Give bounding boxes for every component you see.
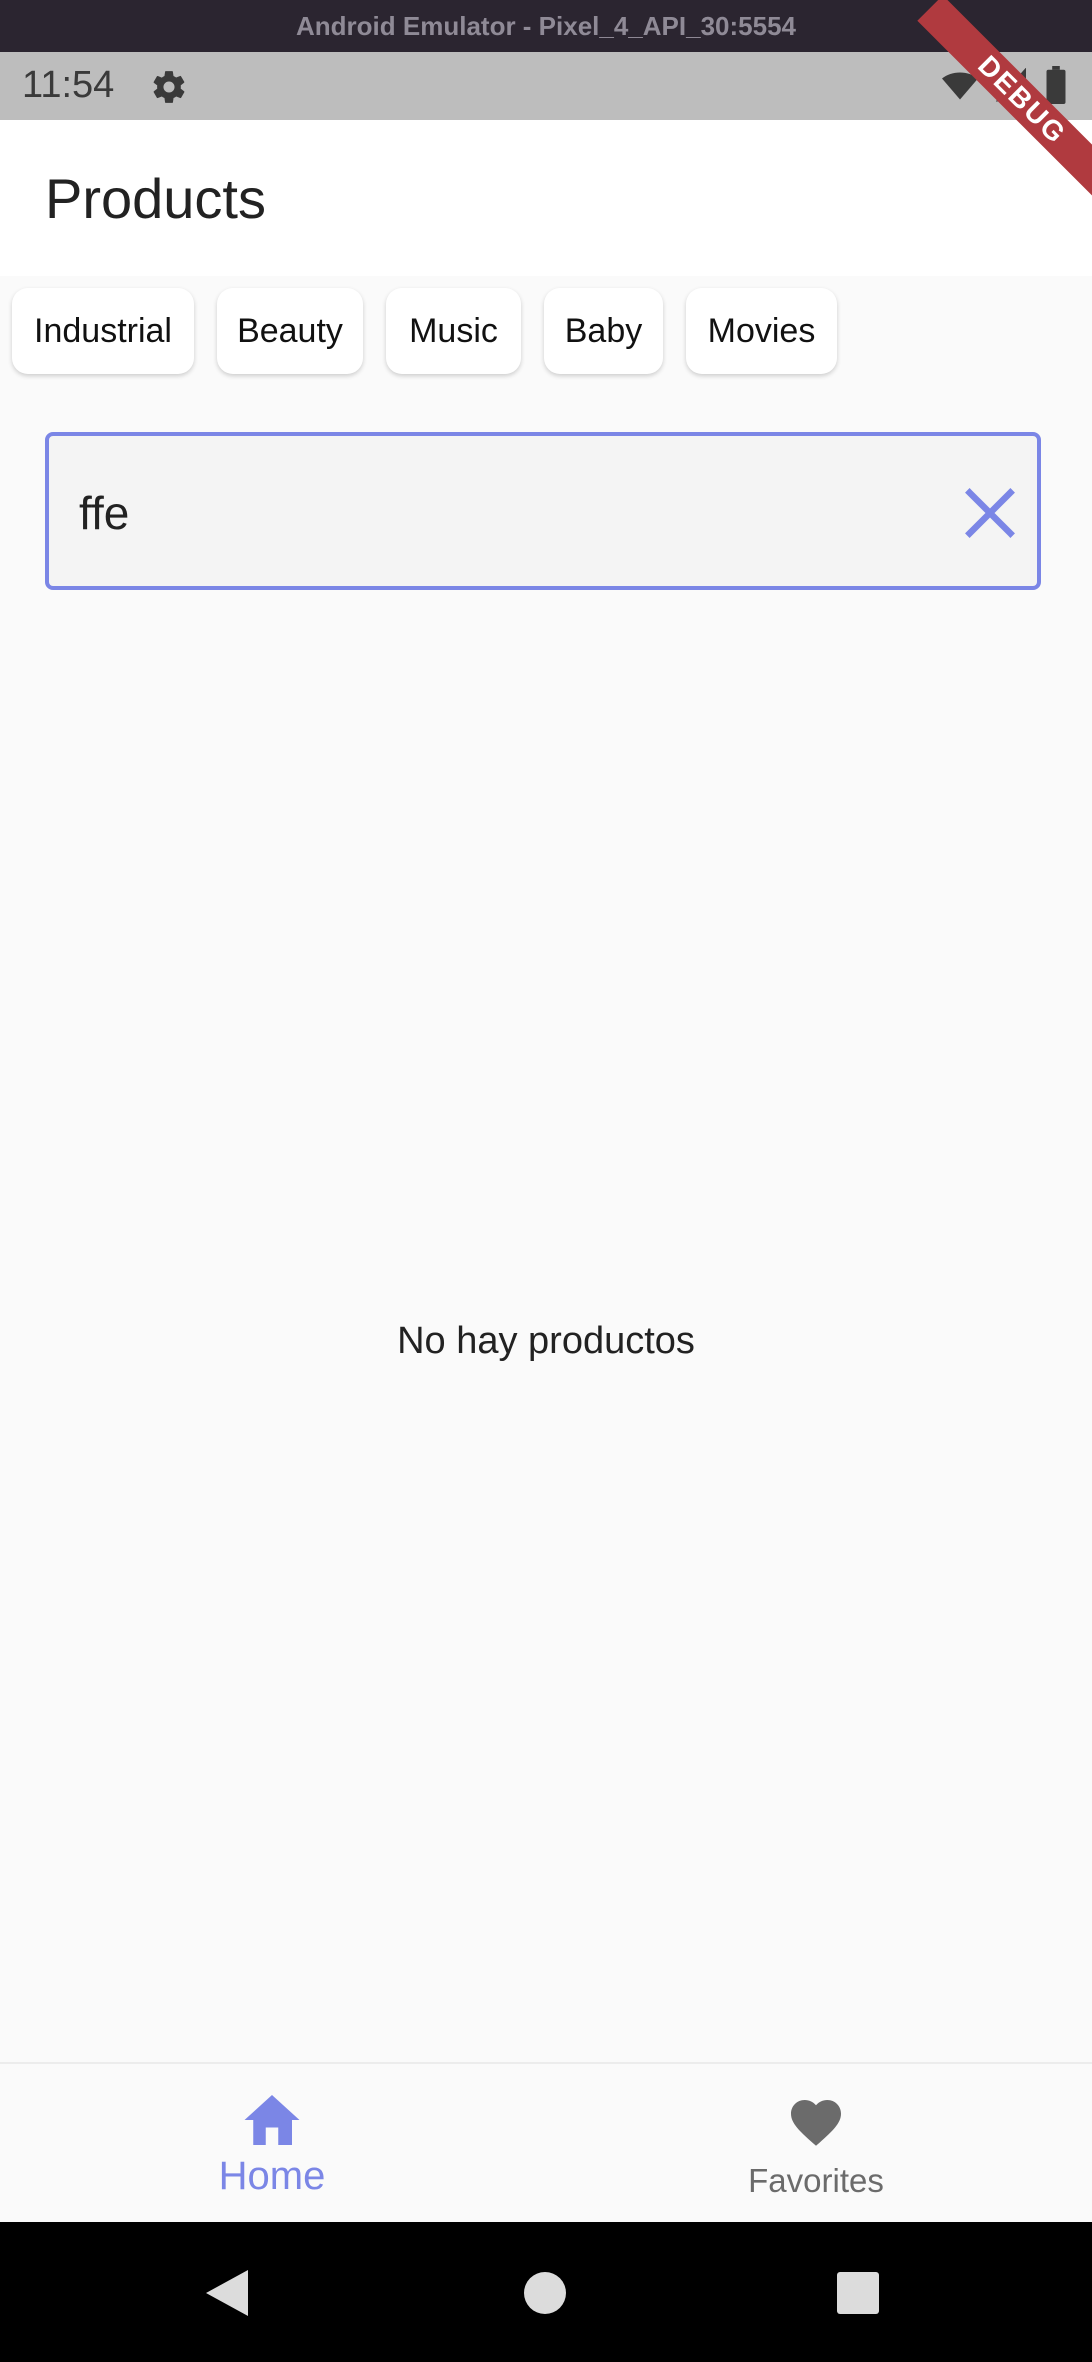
system-navigation-bar — [0, 2222, 1092, 2362]
home-circle-icon[interactable] — [522, 2270, 568, 2316]
nav-item-favorites[interactable]: Favorites — [666, 2064, 966, 2224]
search-field — [45, 432, 1041, 590]
category-chip-music[interactable]: Music — [386, 288, 521, 374]
category-chip-list: Industrial Beauty Music Baby Movies — [0, 276, 1092, 386]
gear-icon — [153, 71, 185, 103]
category-chip-baby[interactable]: Baby — [544, 288, 663, 374]
nav-label-favorites: Favorites — [748, 2162, 884, 2199]
battery-icon — [1046, 66, 1066, 104]
category-chip-industrial[interactable]: Industrial — [12, 288, 194, 374]
app-bar: Products — [0, 120, 1092, 276]
heart-icon — [791, 2100, 841, 2146]
back-icon[interactable] — [204, 2268, 250, 2318]
status-time: 11:54 — [22, 64, 115, 106]
window-title: Android Emulator - Pixel_4_API_30:5554 — [296, 10, 796, 41]
category-chip-movies[interactable]: Movies — [686, 288, 837, 374]
home-icon — [244, 2095, 300, 2145]
close-icon[interactable] — [955, 478, 1025, 548]
page-title: Products — [45, 167, 266, 230]
search-input[interactable] — [77, 480, 941, 546]
bottom-navigation: Home Favorites — [0, 2062, 1092, 2224]
status-bar: 11:54 — [0, 52, 1092, 120]
category-chip-beauty[interactable]: Beauty — [217, 288, 363, 374]
nav-label-home: Home — [218, 2154, 326, 2198]
empty-state-message: No hay productos — [397, 1320, 695, 1362]
nav-item-home[interactable]: Home — [122, 2064, 422, 2224]
recents-square-icon[interactable] — [836, 2271, 880, 2315]
